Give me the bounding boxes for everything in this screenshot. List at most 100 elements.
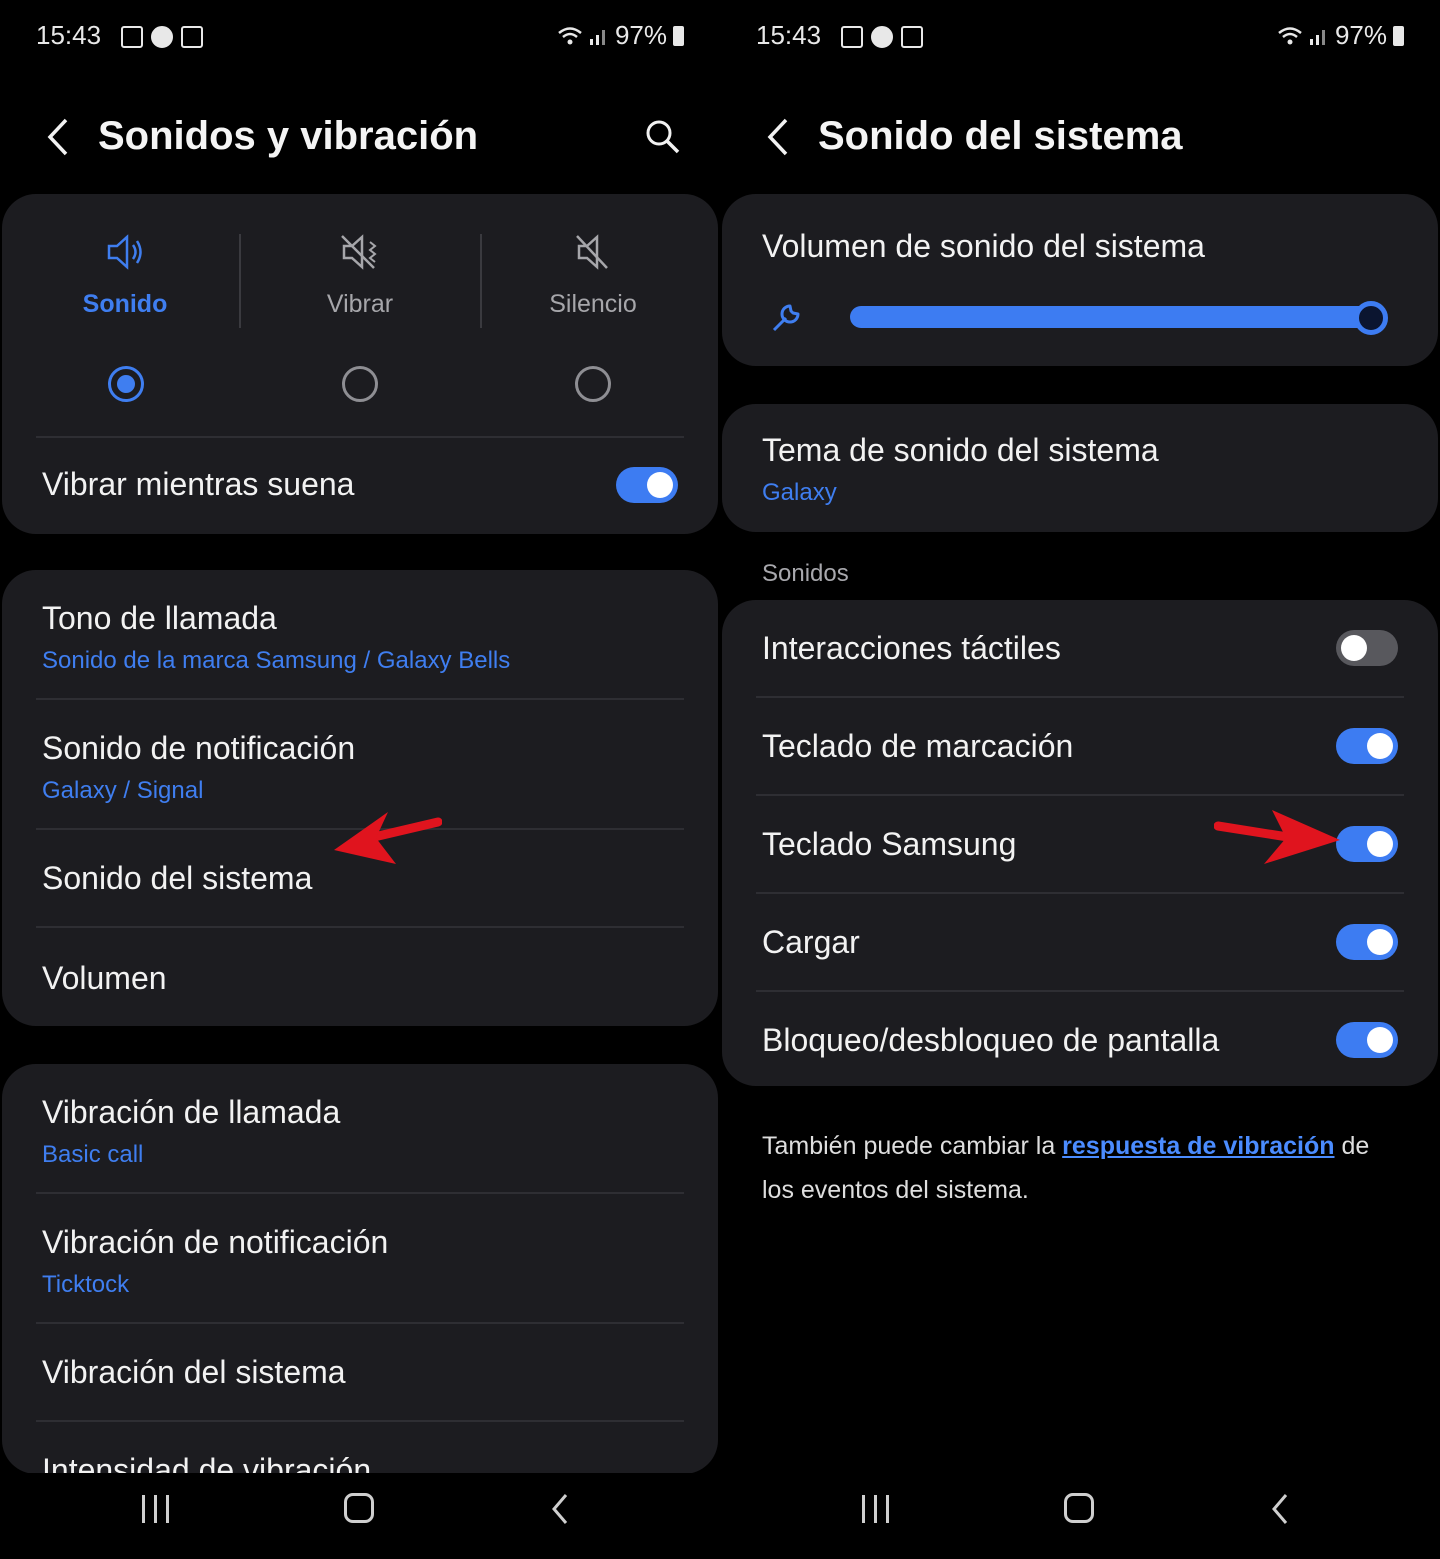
sounds-vibration-screen: 15:43 97% Sonidos y vibración Sonido Vib… [0, 0, 720, 1559]
charging-toggle[interactable] [1336, 924, 1398, 960]
call-vibration-value: Basic call [42, 1141, 144, 1168]
sound-theme-card: Tema de sonido del sistema Galaxy [722, 404, 1438, 532]
page-title: Sonido del sistema [818, 114, 1183, 158]
calendar-notification-icon [181, 26, 203, 48]
screen-lock-toggle[interactable] [1336, 1022, 1398, 1058]
dialing-keypad-toggle[interactable] [1336, 728, 1398, 764]
status-bar: 15:43 97% [756, 16, 1404, 56]
divider [756, 794, 1404, 796]
notification-vibration-row[interactable]: Vibración de notificación Ticktock [42, 1224, 686, 1299]
mode-vibrate-label: Vibrar [326, 290, 394, 318]
vibration-settings-card: Vibración de llamada Basic call Vibració… [2, 1064, 718, 1474]
system-vibration-title: Vibración del sistema [42, 1354, 346, 1390]
app-bar: Sonido del sistema [720, 100, 1440, 176]
signal-icon [1309, 29, 1325, 45]
annotation-arrow-icon [1214, 810, 1340, 864]
nav-back-icon[interactable] [548, 1491, 572, 1527]
divider [36, 1192, 684, 1194]
annotation-arrow-icon [334, 812, 442, 864]
divider [36, 698, 684, 700]
gallery-notification-icon [121, 26, 143, 48]
system-volume-slider[interactable] [850, 306, 1370, 328]
app-notification-icon [151, 26, 173, 48]
divider [756, 892, 1404, 894]
mode-silent[interactable]: Silencio [476, 224, 710, 319]
sound-theme-value: Galaxy [762, 479, 837, 506]
note-prefix: También puede cambiar la [762, 1132, 1063, 1160]
mode-sound-radio[interactable] [108, 366, 144, 402]
system-volume-card: Volumen de sonido del sistema [722, 194, 1438, 366]
system-volume-row: Volumen de sonido del sistema [762, 228, 1406, 265]
mode-silent-label: Silencio [549, 290, 637, 318]
notification-sound-row[interactable]: Sonido de notificación Galaxy / Signal [42, 730, 686, 805]
search-icon[interactable] [642, 116, 682, 156]
volume-row[interactable]: Volumen [42, 960, 686, 997]
system-volume-slider-thumb[interactable] [1354, 301, 1388, 335]
touch-interactions-row[interactable]: Interacciones táctiles [762, 630, 1406, 667]
ringtone-value: Sonido de la marca Samsung / Galaxy Bell… [42, 647, 511, 674]
mode-vibrate[interactable]: Vibrar [243, 224, 477, 319]
screen-lock-row[interactable]: Bloqueo/desbloqueo de pantalla [762, 1022, 1406, 1059]
volume-title: Volumen [42, 960, 167, 996]
system-volume-label: Volumen de sonido del sistema [762, 228, 1205, 264]
samsung-keyboard-toggle[interactable] [1336, 826, 1398, 862]
vibration-intensity-row[interactable]: Intensidad de vibración [42, 1452, 686, 1474]
status-time: 15:43 [36, 20, 102, 50]
battery-icon [1393, 25, 1404, 46]
recent-apps-icon[interactable] [862, 1495, 889, 1523]
back-arrow-icon[interactable] [40, 114, 80, 160]
navigation-bar [720, 1473, 1440, 1559]
notification-icons [841, 26, 923, 48]
touch-interactions-toggle[interactable] [1336, 630, 1398, 666]
home-icon[interactable] [1064, 1493, 1094, 1523]
status-bar: 15:43 97% [36, 16, 684, 56]
vibrate-while-ringing-row[interactable]: Vibrar mientras suena [42, 466, 686, 503]
notification-vibration-title: Vibración de notificación [42, 1224, 389, 1260]
mode-sound-label: Sonido [82, 290, 168, 318]
divider [756, 696, 1404, 698]
ringtone-row[interactable]: Tono de llamada Sonido de la marca Samsu… [42, 600, 686, 675]
notification-icons [121, 26, 203, 48]
status-time: 15:43 [756, 20, 822, 50]
battery-icon [673, 25, 684, 46]
vibrate-while-ringing-label: Vibrar mientras suena [42, 466, 355, 502]
system-vibration-row[interactable]: Vibración del sistema [42, 1354, 686, 1391]
mode-vibrate-radio[interactable] [342, 366, 378, 402]
sound-settings-card: Tono de llamada Sonido de la marca Samsu… [2, 570, 718, 1026]
mute-icon [576, 234, 608, 270]
notification-vibration-value: Ticktock [42, 1271, 130, 1298]
battery-percent: 97% [614, 20, 667, 50]
calendar-notification-icon [901, 26, 923, 48]
wifi-icon [558, 26, 582, 44]
mode-silent-radio[interactable] [575, 366, 611, 402]
sound-mode-card: Sonido Vibrar Silencio Vibrar mientras s… [2, 194, 718, 534]
divider [36, 1322, 684, 1324]
screen-lock-label: Bloqueo/desbloqueo de pantalla [762, 1022, 1220, 1058]
call-vibration-row[interactable]: Vibración de llamada Basic call [42, 1094, 686, 1169]
mode-divider [239, 234, 241, 328]
charging-row[interactable]: Cargar [762, 924, 1406, 961]
notification-sound-value: Galaxy / Signal [42, 777, 204, 804]
mode-sound[interactable]: Sonido [8, 224, 242, 319]
recent-apps-icon[interactable] [142, 1495, 169, 1523]
nav-back-icon[interactable] [1268, 1491, 1292, 1527]
vibrate-icon [341, 234, 377, 270]
vibrate-while-ringing-toggle[interactable] [616, 467, 678, 503]
navigation-bar [0, 1473, 720, 1559]
divider [36, 436, 684, 438]
dialing-keypad-row[interactable]: Teclado de marcación [762, 728, 1406, 765]
page-title: Sonidos y vibración [98, 114, 479, 158]
vibration-feedback-link[interactable]: respuesta de vibración [1062, 1132, 1334, 1160]
ringtone-title: Tono de llamada [42, 600, 277, 636]
wifi-icon [1278, 26, 1302, 44]
gallery-notification-icon [841, 26, 863, 48]
sound-theme-row[interactable]: Tema de sonido del sistema Galaxy [762, 432, 1406, 507]
back-arrow-icon[interactable] [760, 114, 800, 160]
home-icon[interactable] [344, 1493, 374, 1523]
sounds-section-label: Sonidos [762, 560, 849, 587]
notification-sound-title: Sonido de notificación [42, 730, 356, 766]
battery-percent: 97% [1334, 20, 1387, 50]
system-sound-screen: 15:43 97% Sonido del sistema Volumen de … [720, 0, 1440, 1559]
speaker-icon [107, 234, 142, 270]
charging-label: Cargar [762, 924, 860, 960]
